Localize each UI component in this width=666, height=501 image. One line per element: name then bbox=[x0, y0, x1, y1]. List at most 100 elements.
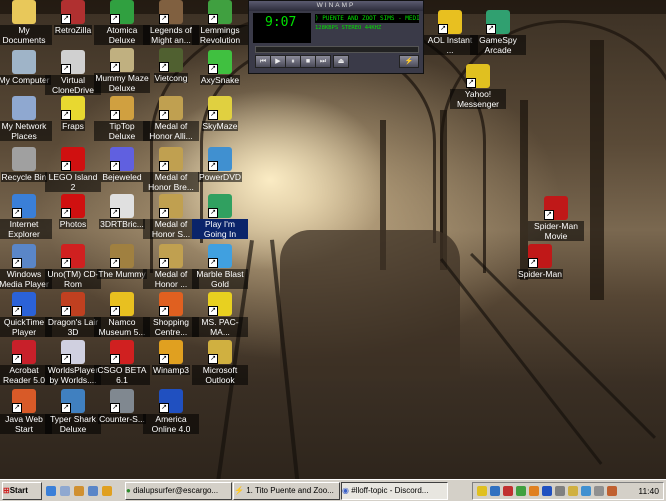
tray-aol-icon[interactable] bbox=[542, 486, 552, 496]
tray-app-icon[interactable] bbox=[607, 486, 617, 496]
shortcut-arrow-icon: ↗ bbox=[208, 64, 218, 74]
gamespy-icon: ↗ bbox=[486, 10, 510, 34]
start-button[interactable]: ⊞Start bbox=[2, 482, 42, 500]
desktop-icon[interactable]: ↗ MS. PAC-MA... bbox=[192, 292, 248, 337]
winamp-title[interactable]: WINAMP bbox=[249, 1, 423, 11]
desktop-icon[interactable]: ↗ Medal of Honor S... bbox=[143, 194, 199, 239]
desktop-icon[interactable]: ↗ Virtual CloneDrive bbox=[45, 50, 101, 95]
shortcut-arrow-icon: ↗ bbox=[159, 62, 169, 72]
eject-icon[interactable]: ⏏ bbox=[333, 55, 349, 68]
taskbar-button-winamp[interactable]: ⚡ 1. Tito Puente and Zoo... bbox=[233, 482, 340, 500]
desktop-icon[interactable]: ↗ Counter-S... bbox=[94, 389, 150, 424]
shortcut-arrow-icon: ↗ bbox=[159, 208, 169, 218]
shortcut-arrow-icon: ↗ bbox=[61, 208, 71, 218]
desktop-icon[interactable]: ↗ Medal of Honor Alli... bbox=[143, 96, 199, 141]
tray-yahoo-icon[interactable] bbox=[477, 486, 487, 496]
desktop-icon[interactable]: ↗ Photos bbox=[45, 194, 101, 229]
outlook-quicklaunch-icon[interactable] bbox=[74, 486, 84, 496]
tray-volume-icon[interactable] bbox=[594, 486, 604, 496]
desktop-icon[interactable]: ↗ Uno(TM) CD-Rom bbox=[45, 244, 101, 289]
desktop-icon[interactable]: ↗ Yahoo! Messenger bbox=[450, 64, 506, 109]
winamp-time: 9:07 bbox=[265, 15, 297, 30]
desktop-icon-label: Bejeweled bbox=[101, 172, 143, 182]
desktop-icon[interactable]: ↗ Dragon's Lair 3D bbox=[45, 292, 101, 337]
pause-icon[interactable]: ⏸ bbox=[285, 55, 301, 68]
desktop-quicklaunch-icon[interactable] bbox=[60, 486, 70, 496]
java-icon: ↗ bbox=[12, 389, 36, 413]
tray-winamp-icon[interactable] bbox=[529, 486, 539, 496]
tray-aim-icon[interactable] bbox=[568, 486, 578, 496]
desktop-icon-label: 3DRTBric... bbox=[99, 219, 145, 229]
shortcut-arrow-icon: ↗ bbox=[208, 14, 218, 24]
taskbar-button-discord[interactable]: ◉ #lloff-topic - Discord... bbox=[341, 482, 448, 500]
desktop-icon[interactable]: ↗ Lemmings Revolution bbox=[192, 0, 248, 45]
shortcut-arrow-icon: ↗ bbox=[159, 14, 169, 24]
tray-display-icon[interactable] bbox=[581, 486, 591, 496]
desktop-icon[interactable]: ↗ Play I'm Going In bbox=[192, 194, 248, 239]
shortcut-arrow-icon: ↗ bbox=[159, 258, 169, 268]
lego-photos-icon: ↗ bbox=[61, 194, 85, 218]
desktop-icon-label: Photos bbox=[58, 219, 88, 229]
play-icon[interactable]: ▶ bbox=[270, 55, 286, 68]
tray-printer-icon[interactable] bbox=[555, 486, 565, 496]
taskbar-button-messenger[interactable]: ● dialupsurfer@escargo... bbox=[125, 482, 232, 500]
desktop-icon[interactable]: ↗ Atomica Deluxe bbox=[94, 0, 150, 45]
desktop-icon[interactable]: ↗ SkyMaze bbox=[192, 96, 248, 131]
desktop-icon-label: LEGO Island 2 bbox=[45, 172, 101, 192]
media-player-quicklaunch-icon[interactable] bbox=[88, 486, 98, 496]
shortcut-arrow-icon: ↗ bbox=[208, 208, 218, 218]
winamp-kbps: 128 bbox=[315, 25, 325, 31]
desktop-icon[interactable]: ↗ AxySnake bbox=[192, 50, 248, 85]
shortcut-arrow-icon: ↗ bbox=[159, 161, 169, 171]
desktop-icon[interactable]: ↗ TipTop Deluxe bbox=[94, 96, 150, 141]
tray-antivirus-icon[interactable] bbox=[503, 486, 513, 496]
desktop-icon[interactable]: ↗ LEGO Island 2 bbox=[45, 147, 101, 192]
desktop-icon[interactable]: ↗ Typer Shark Deluxe bbox=[45, 389, 101, 434]
desktop-icon-label: America Online 4.0 bbox=[143, 414, 199, 434]
desktop-icon-label: Uno(TM) CD-Rom bbox=[45, 269, 101, 289]
desktop-icon[interactable]: ↗ Spider-Man bbox=[512, 244, 568, 279]
desktop-icon[interactable]: ↗ Medal of Honor Bre... bbox=[143, 147, 199, 192]
desktop-icon[interactable]: ↗ PowerDVD bbox=[192, 147, 248, 182]
desktop-icon[interactable]: ↗ Medal of Honor ... bbox=[143, 244, 199, 289]
desktop-icon[interactable]: ↗ Spider-Man Movie bbox=[528, 196, 584, 241]
desktop-icon[interactable]: ↗ Marble Blast Gold bbox=[192, 244, 248, 289]
desktop-icon[interactable]: ↗ Mummy Maze Deluxe bbox=[94, 48, 150, 93]
shortcut-arrow-icon: ↗ bbox=[208, 161, 218, 171]
tray-network-icon[interactable] bbox=[490, 486, 500, 496]
desktop-icon[interactable]: ↗ Winamp3 bbox=[143, 340, 199, 375]
desktop-icon[interactable]: ↗ Legends of Might an... bbox=[143, 0, 199, 45]
taskbar-clock[interactable]: 11:40 bbox=[638, 483, 659, 499]
skymaze-icon: ↗ bbox=[208, 96, 232, 120]
desktop-icon[interactable]: ↗ 3DRTBric... bbox=[94, 194, 150, 229]
winamp-seek-bar[interactable] bbox=[255, 46, 419, 53]
powerdvd-icon: ↗ bbox=[208, 147, 232, 171]
desktop-icon[interactable]: ↗ WorldsPlayer by Worlds.... bbox=[45, 340, 101, 385]
desktop-icon[interactable]: ↗ Shopping Centre... bbox=[143, 292, 199, 337]
desktop-icon[interactable]: ↗ Fraps bbox=[45, 96, 101, 131]
desktop-icon-label: AxySnake bbox=[199, 75, 241, 85]
desktop-icon[interactable]: ↗ America Online 4.0 bbox=[143, 389, 199, 434]
winamp-logo-icon[interactable]: ⚡ bbox=[399, 55, 419, 68]
tray-messenger-icon[interactable] bbox=[516, 486, 526, 496]
prev-track-icon[interactable]: ⏮ bbox=[255, 55, 271, 68]
next-track-icon[interactable]: ⏭ bbox=[315, 55, 331, 68]
desktop-icon[interactable]: ↗ Vietcong bbox=[143, 48, 199, 83]
winamp-window[interactable]: WINAMP 9:07 ) PUENTE AND ZOOT SIMS - MED… bbox=[248, 0, 424, 74]
desktop-icon[interactable]: ↗ RetroZilla bbox=[45, 0, 101, 35]
desktop-icon[interactable]: ↗ Namco Museum 5... bbox=[94, 292, 150, 337]
desktop-icon[interactable]: ↗ Bejeweled bbox=[94, 147, 150, 182]
desktop-icon[interactable]: ↗ GameSpy Arcade bbox=[470, 10, 526, 55]
desktop-icon-label: SkyMaze bbox=[201, 121, 239, 131]
shortcut-arrow-icon: ↗ bbox=[110, 208, 120, 218]
winamp-quicklaunch-icon[interactable] bbox=[102, 486, 112, 496]
ie-quicklaunch-icon[interactable] bbox=[46, 486, 56, 496]
desktop-icon[interactable]: ↗ Microsoft Outlook bbox=[192, 340, 248, 385]
stop-icon[interactable]: ■ bbox=[300, 55, 316, 68]
bejeweled-icon: ↗ bbox=[110, 147, 134, 171]
desktop-icon[interactable]: ↗ CSGO BETA 6.1 bbox=[94, 340, 150, 385]
medal-of-honor-icon: ↗ bbox=[159, 96, 183, 120]
shortcut-arrow-icon: ↗ bbox=[12, 403, 22, 413]
desktop-icon[interactable]: ↗ The Mummy bbox=[94, 244, 150, 279]
shortcut-arrow-icon: ↗ bbox=[438, 24, 448, 34]
